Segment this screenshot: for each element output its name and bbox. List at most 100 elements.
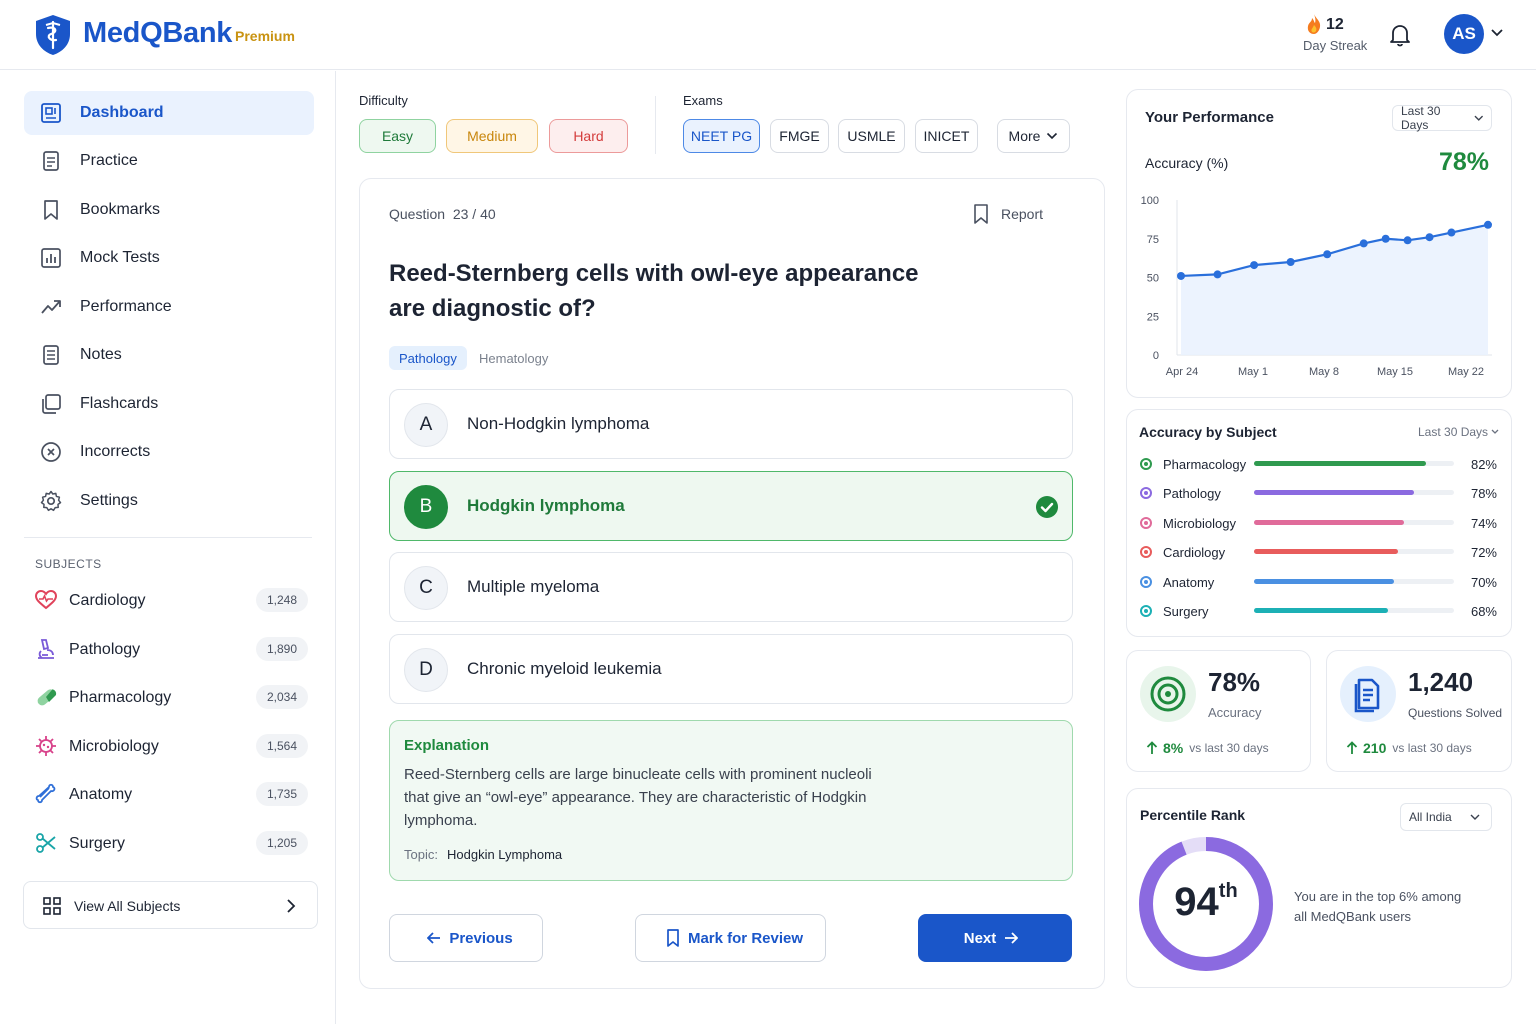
accuracy-stat-label: Accuracy [1208, 705, 1262, 720]
mark-for-review-button[interactable]: Mark for Review [635, 914, 826, 962]
option-b[interactable]: B Hodgkin lymphoma [389, 471, 1073, 541]
subject-item-pathology[interactable]: Pathology 1,890 [24, 628, 314, 672]
accuracy-bar-fill [1254, 608, 1388, 613]
subject-accuracy-pct: 82% [1470, 457, 1497, 472]
scissors-icon [1140, 605, 1152, 617]
accuracy-bar-track [1254, 461, 1454, 466]
accuracy-bar-track [1254, 608, 1454, 613]
accuracy-delta-label: vs last 30 days [1189, 741, 1269, 755]
performance-range-dropdown[interactable]: Last 30 Days [1392, 104, 1492, 132]
solved-delta: 210 vs last 30 days [1346, 740, 1472, 756]
accuracy-bar-track [1254, 519, 1454, 525]
sidebar-item-practice[interactable]: Practice [24, 139, 314, 183]
subject-count: 1,735 [256, 782, 308, 806]
more-exams-dropdown[interactable]: More [997, 119, 1070, 153]
heart-icon [34, 589, 58, 610]
bookmark-icon [667, 929, 679, 947]
next-label: Next [963, 929, 997, 947]
user-avatar[interactable]: AS [1444, 14, 1484, 54]
subject-accuracy-row: Anatomy 70% [1139, 573, 1499, 593]
chevron-down-icon [1470, 814, 1480, 820]
sidebar-item-bookmarks[interactable]: Bookmarks [24, 188, 314, 232]
arrow-up-icon [1346, 741, 1358, 754]
chevron-down-icon [1491, 429, 1499, 434]
subject-item-microbiology[interactable]: Microbiology 1,564 [24, 725, 314, 769]
question-counter: Question 23 / 40 [389, 206, 496, 222]
difficulty-easy-chip[interactable]: Easy [359, 119, 436, 153]
subject-item-cardiology[interactable]: Cardiology 1,248 [24, 579, 314, 623]
sidebar-item-label: Flashcards [80, 395, 159, 412]
sidebar-item-performance[interactable]: Performance [24, 285, 314, 329]
trend-icon [41, 300, 61, 314]
topic-value: Hodgkin Lymphoma [447, 847, 563, 862]
scissors-icon [36, 833, 56, 853]
subject-item-surgery[interactable]: Surgery 1,205 [24, 822, 314, 866]
subject-accuracy-row: Cardiology 72% [1139, 543, 1499, 563]
question-progress: 23 / 40 [452, 206, 496, 222]
subject-count: 1,890 [256, 637, 308, 661]
option-letter: D [404, 648, 448, 692]
arrow-right-icon [1005, 932, 1019, 944]
y-tick-label: 0 [1153, 350, 1159, 362]
sidebar-item-flashcards[interactable]: Flashcards [24, 382, 314, 426]
exam-usmle-chip[interactable]: USMLE [838, 119, 905, 153]
exam-fmge-chip[interactable]: FMGE [770, 119, 829, 153]
previous-button[interactable]: Previous [389, 914, 543, 962]
x-circle-icon [41, 442, 61, 462]
accuracy-stat-value: 78% [1208, 667, 1261, 697]
option-d[interactable]: D Chronic myeloid leukemia [389, 634, 1073, 704]
target-icon [1140, 666, 1196, 722]
subjects-heading: SUBJECTS [35, 557, 102, 571]
bookmark-icon[interactable] [972, 204, 990, 224]
brand-name[interactable]: MedQBank [83, 17, 232, 50]
exam-neet-pg-chip[interactable]: NEET PG [683, 119, 760, 153]
view-all-subjects-button[interactable]: View All Subjects [23, 881, 318, 929]
subject-item-pharmacology[interactable]: Pharmacology 2,034 [24, 676, 314, 720]
sidebar-item-dashboard[interactable]: Dashboard [24, 91, 314, 135]
difficulty-hard-chip[interactable]: Hard [549, 119, 628, 153]
report-button[interactable]: Report [1001, 206, 1043, 222]
bar-chart-icon [41, 248, 61, 268]
shield-logo-icon[interactable] [34, 14, 72, 56]
data-point [1403, 236, 1412, 245]
next-button[interactable]: Next [918, 914, 1072, 962]
subject-accuracy-row: Pathology 78% [1139, 484, 1499, 504]
sidebar-item-mock-tests[interactable]: Mock Tests [24, 236, 314, 280]
tag-hematology[interactable]: Hematology [469, 346, 558, 370]
option-c[interactable]: C Multiple myeloma [389, 552, 1073, 622]
microscope-icon [1140, 487, 1152, 500]
percentile-title: Percentile Rank [1140, 807, 1246, 823]
subject-name: Microbiology [1163, 515, 1236, 531]
subject-accuracy-row: Pharmacology 82% [1139, 455, 1499, 475]
virus-icon [36, 736, 56, 756]
accuracy-metric-label: Accuracy (%) [1145, 155, 1229, 171]
sidebar-item-incorrects[interactable]: Incorrects [24, 430, 314, 474]
difficulty-medium-chip[interactable]: Medium [446, 119, 538, 153]
x-tick-label: Apr 24 [1166, 366, 1198, 378]
sidebar-item-notes[interactable]: Notes [24, 333, 314, 377]
bell-icon[interactable] [1388, 22, 1412, 48]
accuracy-bar-track [1254, 578, 1454, 584]
subject-label: Microbiology [69, 738, 159, 755]
exam-inicet-chip[interactable]: INICET [915, 119, 978, 153]
chevron-down-icon[interactable] [1490, 28, 1504, 38]
bone-icon [35, 783, 56, 804]
subject-item-anatomy[interactable]: Anatomy 1,735 [24, 773, 314, 817]
percentile-scope-dropdown[interactable]: All India [1400, 803, 1492, 831]
subject-label: Anatomy [69, 786, 133, 803]
percentile-suffix: th [1218, 880, 1238, 902]
previous-label: Previous [449, 929, 513, 947]
subject-label: Pathology [69, 641, 141, 658]
accuracy-metric-value: 78% [1439, 148, 1490, 176]
sidebar-item-label: Incorrects [80, 443, 151, 460]
subject-accuracy-pct: 70% [1470, 574, 1497, 590]
option-a[interactable]: A Non-Hodgkin lymphoma [389, 389, 1073, 459]
tag-pathology[interactable]: Pathology [389, 346, 467, 370]
subject-accuracy-row: Microbiology 74% [1139, 514, 1499, 534]
subject-range-dropdown[interactable]: Last 30 Days [1418, 425, 1499, 439]
range-label: Last 30 Days [1401, 104, 1441, 132]
percentile-note: You are in the top 6% among all MedQBank… [1294, 889, 1462, 924]
subject-name: Surgery [1163, 604, 1209, 619]
sidebar-item-settings[interactable]: Settings [24, 479, 314, 523]
option-letter: C [404, 566, 448, 610]
